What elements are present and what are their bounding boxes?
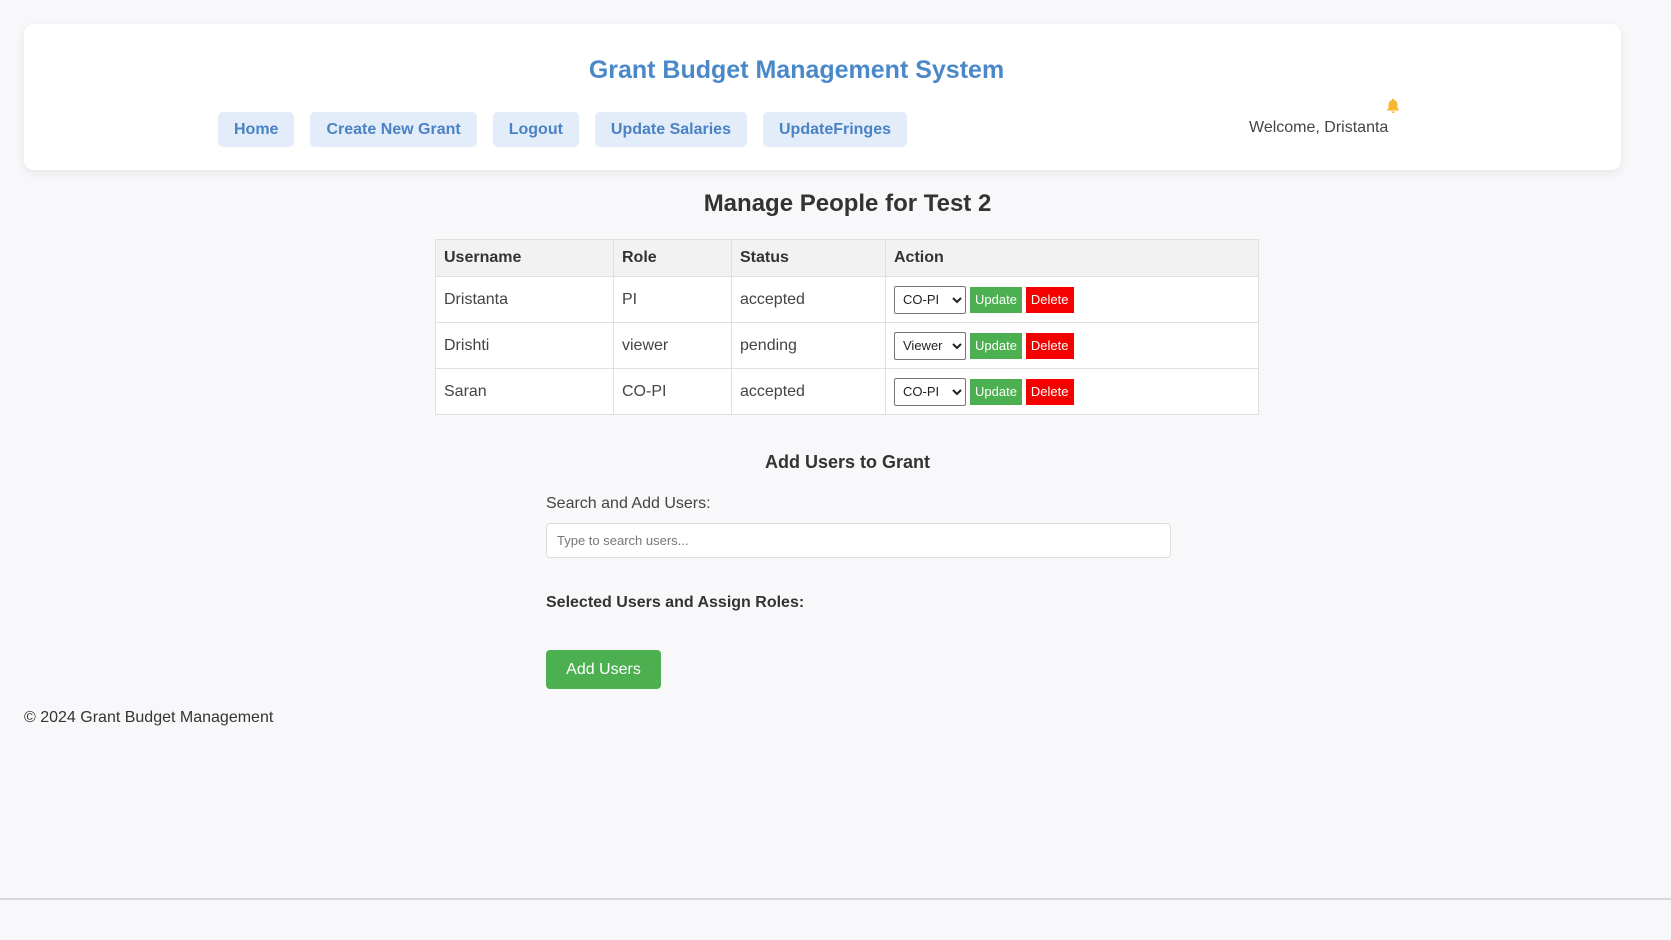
column-header-status: Status bbox=[731, 239, 886, 277]
add-users-button[interactable]: Add Users bbox=[546, 650, 661, 689]
role-select[interactable]: CO-PI bbox=[894, 285, 966, 314]
role-cell: CO-PI bbox=[613, 368, 732, 415]
update-button[interactable]: Update bbox=[970, 378, 1022, 405]
table-header-row: Username Role Status Action bbox=[435, 239, 1259, 277]
username-cell: Drishti bbox=[435, 322, 614, 369]
table-row: Drishti viewer pending Viewer Update Del… bbox=[435, 322, 1259, 369]
welcome-text: Welcome, Dristanta bbox=[1249, 119, 1389, 136]
username-cell: Dristanta bbox=[435, 276, 614, 323]
header: Grant Budget Management System Home Crea… bbox=[24, 24, 1621, 170]
status-cell: accepted bbox=[731, 368, 886, 415]
nav-create-grant-button[interactable]: Create New Grant bbox=[310, 112, 477, 147]
table-row: Saran CO-PI accepted CO-PI Update Delete bbox=[435, 368, 1259, 415]
update-button[interactable]: Update bbox=[970, 286, 1022, 313]
column-header-action: Action bbox=[885, 239, 1259, 277]
status-cell: pending bbox=[731, 322, 886, 369]
table-row: Dristanta PI accepted CO-PI Update Delet… bbox=[435, 276, 1259, 323]
nav-update-fringes-button[interactable]: UpdateFringes bbox=[762, 112, 907, 147]
footer-copyright: © 2024 Grant Budget Management bbox=[24, 709, 274, 726]
column-header-username: Username bbox=[435, 239, 614, 277]
role-cell: PI bbox=[613, 276, 732, 323]
selected-users-label: Selected Users and Assign Roles: bbox=[546, 594, 805, 611]
page-title: Manage People for Test 2 bbox=[703, 190, 992, 217]
update-button[interactable]: Update bbox=[970, 332, 1022, 359]
nav-logout-button[interactable]: Logout bbox=[492, 112, 579, 147]
search-label: Search and Add Users: bbox=[546, 495, 711, 512]
role-select[interactable]: CO-PI bbox=[894, 377, 966, 406]
role-select[interactable]: Viewer bbox=[894, 331, 966, 360]
delete-button[interactable]: Delete bbox=[1025, 378, 1074, 405]
nav-update-salaries-button[interactable]: Update Salaries bbox=[594, 112, 747, 147]
bell-icon[interactable] bbox=[1384, 97, 1402, 115]
action-cell: CO-PI Update Delete bbox=[885, 368, 1259, 415]
bottom-divider bbox=[0, 898, 1671, 900]
delete-button[interactable]: Delete bbox=[1025, 286, 1074, 313]
role-cell: viewer bbox=[613, 322, 732, 369]
action-cell: CO-PI Update Delete bbox=[885, 276, 1259, 323]
delete-button[interactable]: Delete bbox=[1025, 332, 1074, 359]
action-cell: Viewer Update Delete bbox=[885, 322, 1259, 369]
app-title: Grant Budget Management System bbox=[588, 56, 1005, 84]
add-users-heading: Add Users to Grant bbox=[764, 452, 931, 472]
username-cell: Saran bbox=[435, 368, 614, 415]
people-table: Username Role Status Action Dristanta PI… bbox=[435, 239, 1259, 415]
status-cell: accepted bbox=[731, 276, 886, 323]
column-header-role: Role bbox=[613, 239, 732, 277]
main-nav: Home Create New Grant Logout Update Sala… bbox=[218, 112, 907, 147]
nav-home-button[interactable]: Home bbox=[218, 112, 295, 147]
user-search-input[interactable] bbox=[546, 523, 1171, 558]
